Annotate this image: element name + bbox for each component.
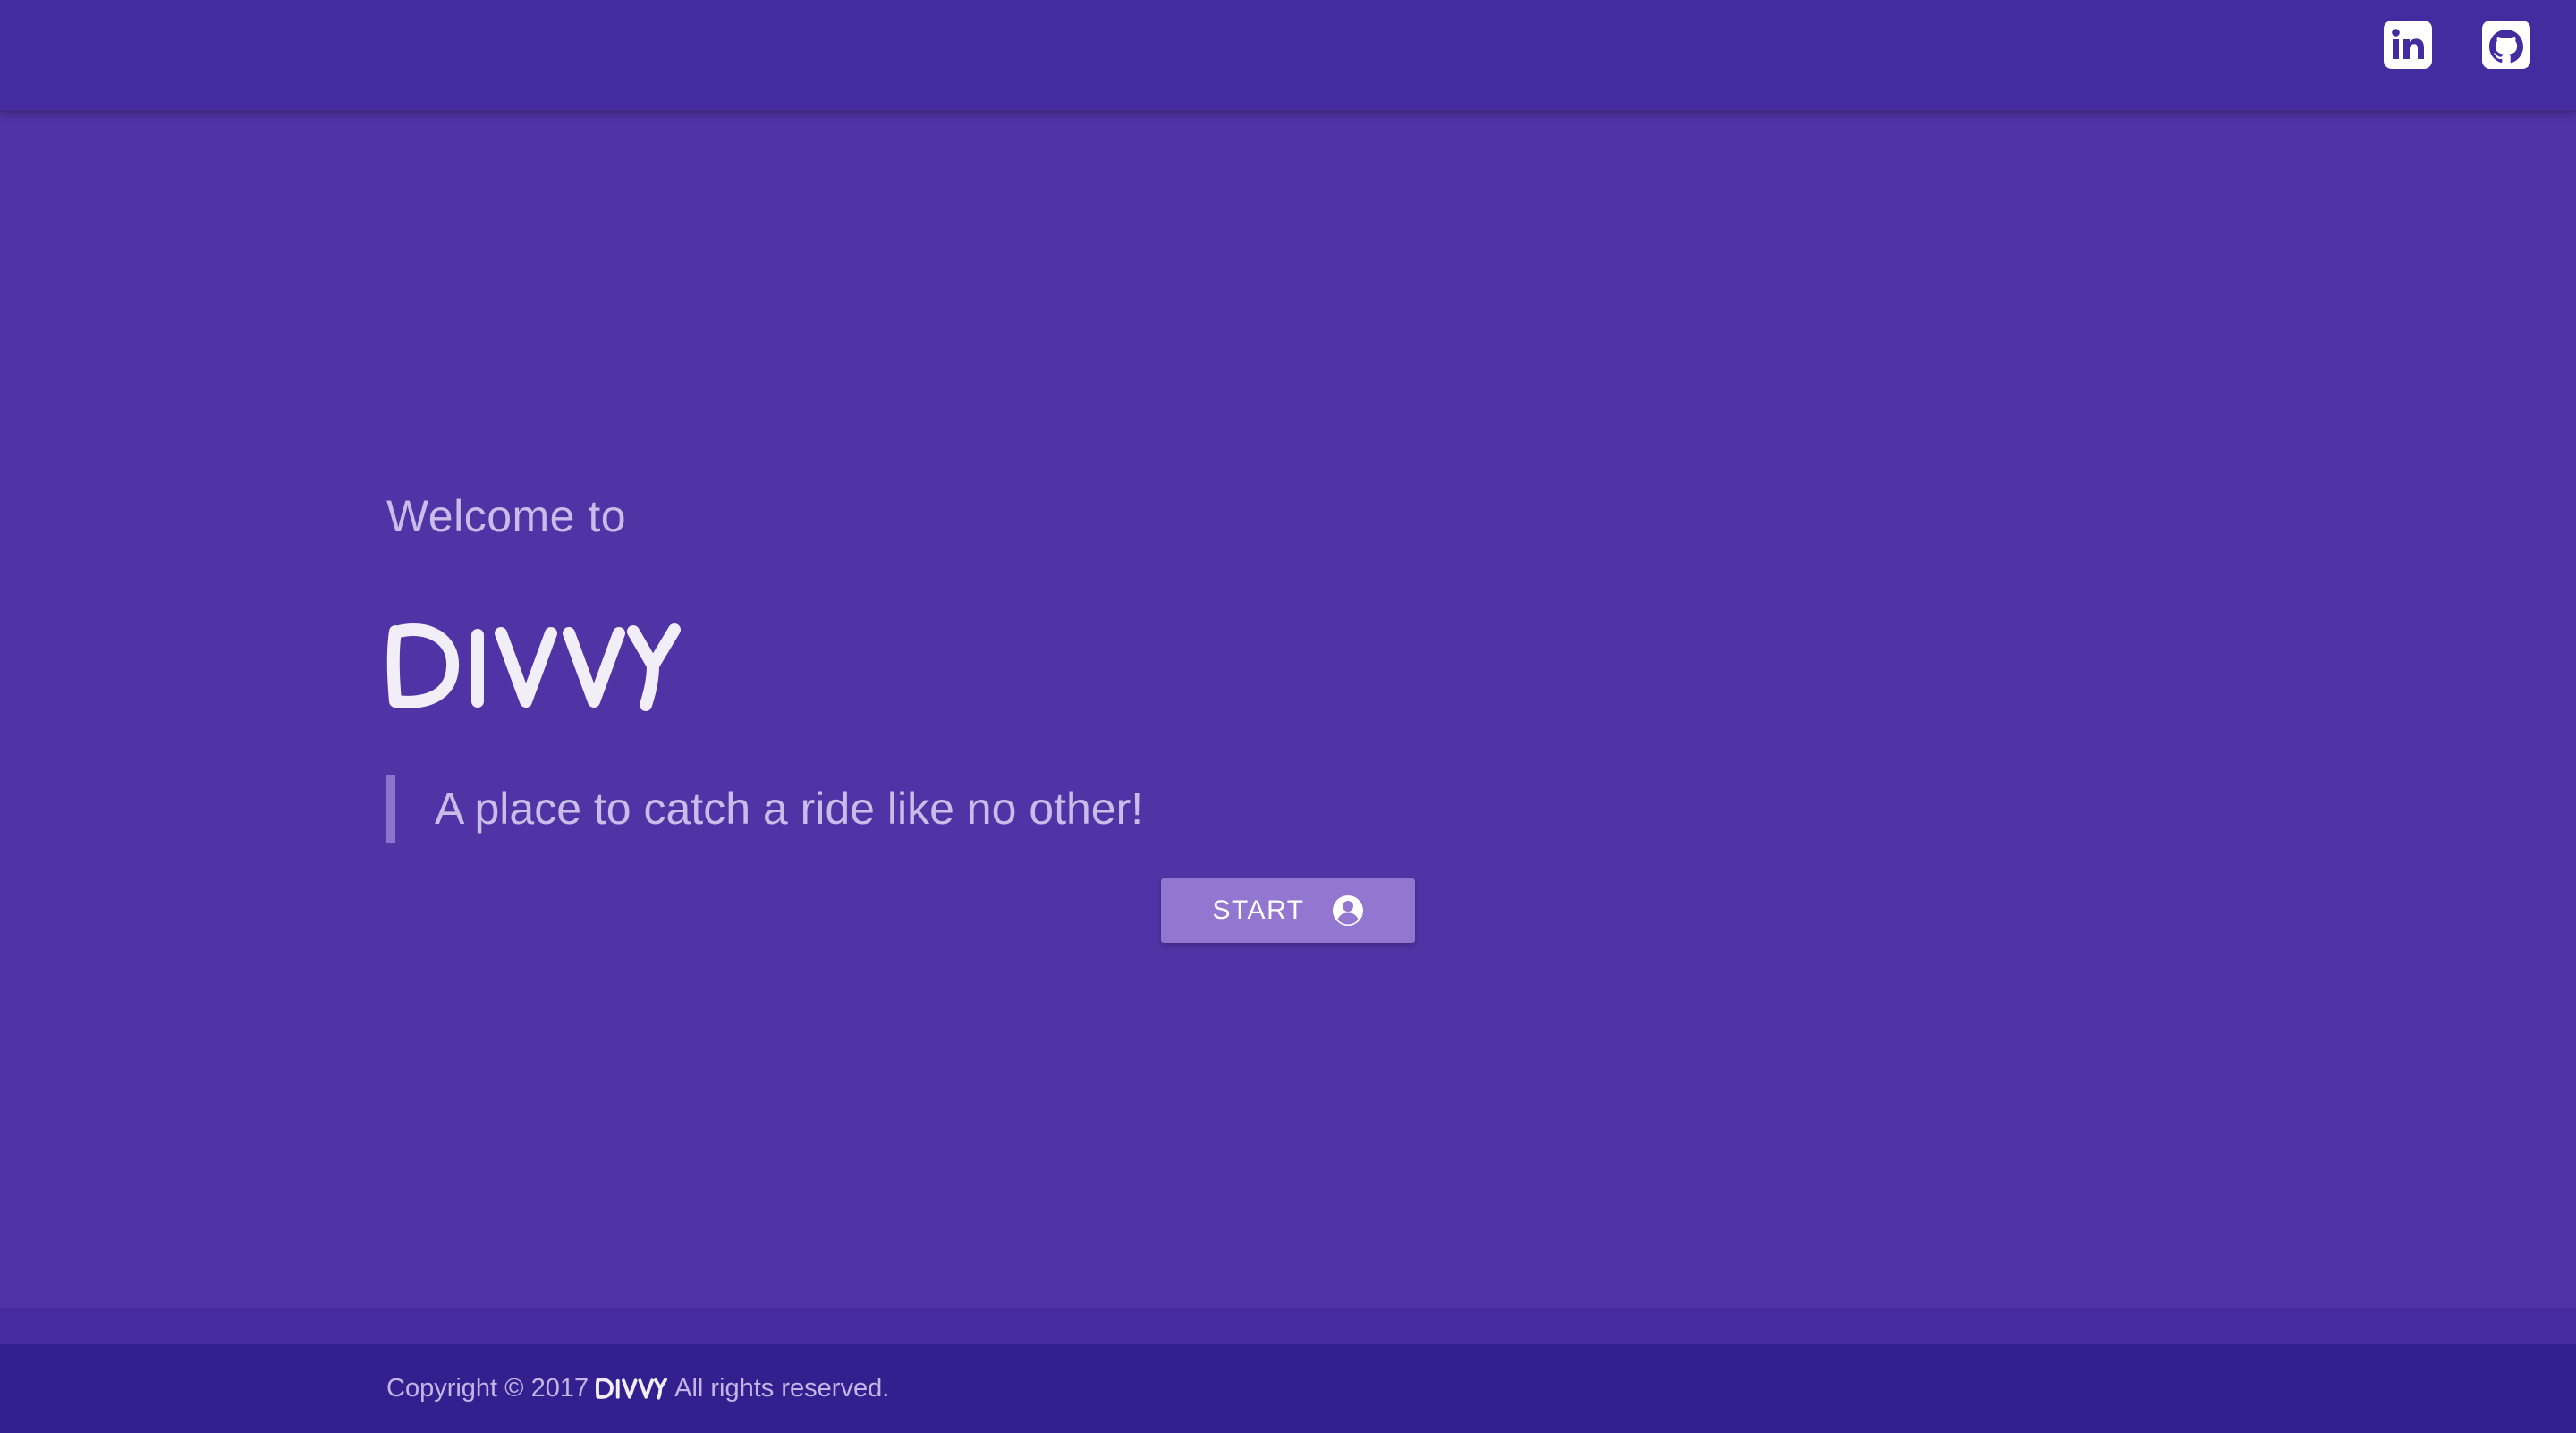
tagline-blockquote: A place to catch a ride like no other!	[386, 775, 1143, 843]
start-button[interactable]: START	[1161, 878, 1415, 943]
linkedin-icon[interactable]	[2383, 20, 2433, 70]
copyright-suffix: All rights reserved.	[674, 1373, 890, 1403]
footer-copyright: Copyright © 2017 All rights reserved.	[386, 1369, 889, 1408]
divvy-footer-logo	[596, 1377, 668, 1400]
welcome-heading: Welcome to	[386, 491, 627, 541]
divvy-logo	[386, 619, 682, 712]
copyright-prefix: Copyright © 2017	[386, 1373, 589, 1403]
tagline-text: A place to catch a ride like no other!	[435, 784, 1144, 834]
footer-divider-band	[0, 1308, 2576, 1344]
start-button-label: START	[1212, 895, 1305, 925]
account-circle-icon	[1332, 895, 1364, 927]
github-icon[interactable]	[2481, 20, 2531, 70]
top-app-bar	[0, 0, 2576, 110]
